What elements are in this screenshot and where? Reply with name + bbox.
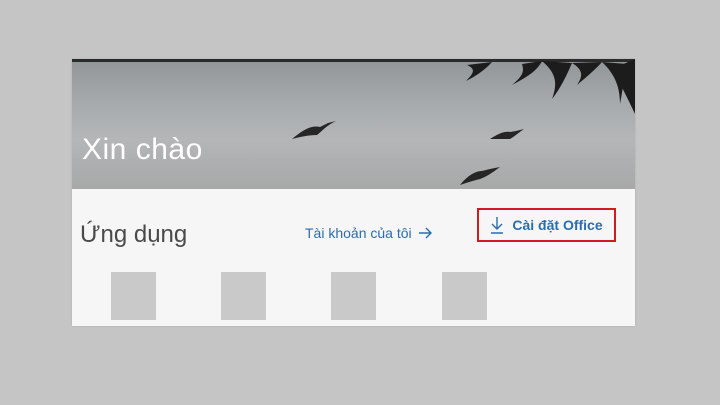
birds-silhouette [292, 121, 524, 185]
my-account-link[interactable]: Tài khoản của tôi [305, 225, 433, 241]
install-office-button[interactable]: Cài đặt Office [477, 208, 616, 242]
install-office-label: Cài đặt Office [512, 217, 603, 233]
app-tile[interactable] [221, 272, 266, 320]
apps-section-title: Ứng dụng [80, 221, 188, 248]
my-account-label: Tài khoản của tôi [305, 225, 412, 241]
app-tile[interactable] [442, 272, 487, 320]
arrow-right-icon [418, 227, 432, 239]
banner-scenery-image [292, 59, 635, 185]
app-tile[interactable] [331, 272, 376, 320]
hero-banner: Xin chào [72, 59, 635, 189]
download-icon [491, 217, 504, 234]
office-home-card: Xin chào Ứng dụng Tài khoản của tôi Cài … [72, 59, 635, 326]
greeting-title: Xin chào [82, 133, 203, 166]
palm-silhouette [466, 59, 635, 114]
app-tile[interactable] [111, 272, 156, 320]
